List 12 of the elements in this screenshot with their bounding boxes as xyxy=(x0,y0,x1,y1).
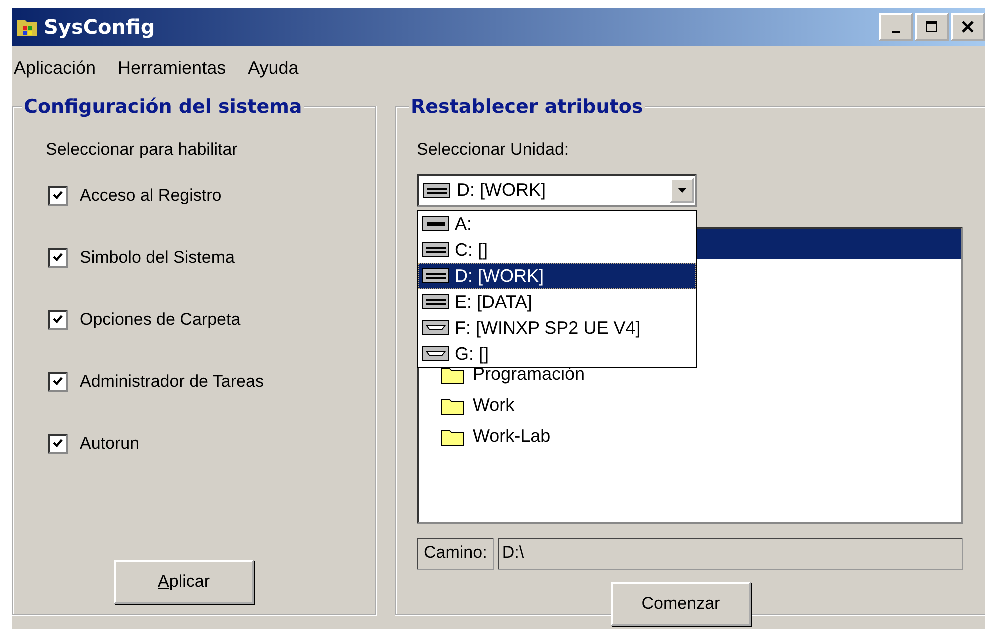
instruction-text: Seleccionar para habilitar xyxy=(46,140,239,160)
checkbox-label: Acceso al Registro xyxy=(80,186,222,206)
checkbox-label: Simbolo del Sistema xyxy=(80,248,235,268)
checkbox-label: Opciones de Carpeta xyxy=(80,310,241,330)
group-title: Restablecer atributos xyxy=(410,96,644,118)
drive-label: Seleccionar Unidad: xyxy=(417,140,570,160)
checkbox-label: Administrador de Tareas xyxy=(80,372,264,392)
path-field: D:\ xyxy=(498,538,963,570)
checkbox-label: Autorun xyxy=(80,434,140,454)
path-label: Camino: xyxy=(417,538,494,570)
group-title: Configuración del sistema xyxy=(23,96,304,118)
window-title: SysConfig xyxy=(44,15,156,39)
